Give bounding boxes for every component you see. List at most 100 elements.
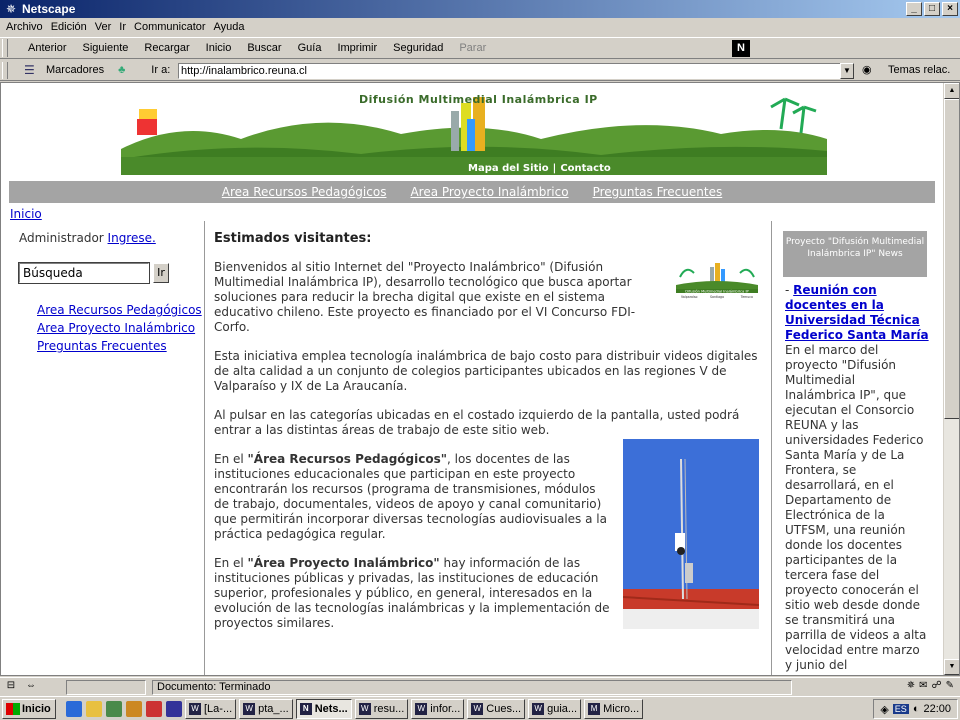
project-logo-small: Difusión Multimedial Inalámbrica IP Valp…	[676, 263, 758, 299]
news-bullet: -	[785, 283, 790, 297]
antenna-photo	[623, 439, 759, 629]
recursos-paragraph: En el "Área Recursos Pedagógicos", los d…	[214, 452, 614, 542]
proyecto-prefix: En el	[214, 556, 248, 570]
quick-launch	[66, 700, 182, 717]
clock[interactable]: 22:00	[923, 703, 951, 715]
task-infor[interactable]: Winfor...	[411, 698, 465, 719]
page-proxy-icon[interactable]: ♣	[118, 64, 125, 76]
app-icon[interactable]	[146, 700, 162, 717]
scroll-down-icon[interactable]: ▼	[944, 659, 959, 675]
forward-button[interactable]: Siguiente	[75, 42, 137, 54]
menu-edicion[interactable]: Edición	[47, 21, 91, 33]
breadcrumb-inicio[interactable]: Inicio	[10, 207, 42, 221]
contact-link[interactable]: Contacto	[558, 163, 612, 174]
close-button[interactable]: ×	[942, 2, 958, 16]
sitemap-link[interactable]: Mapa del Sitio	[466, 163, 551, 174]
mail-icon[interactable]: ✉	[919, 680, 927, 691]
toolbar-grip[interactable]	[2, 39, 8, 57]
component-bar: ✵ ✉ ☍ ✎	[907, 680, 954, 691]
menu-ayuda[interactable]: Ayuda	[210, 21, 249, 33]
task-label: Nets...	[314, 702, 348, 715]
guide-button[interactable]: Guía	[290, 42, 330, 54]
proyecto-paragraph: En el "Área Proyecto Inalámbrico" hay in…	[214, 556, 614, 631]
sidebar-links: Area Recursos Pedagógicos Area Proyecto …	[37, 303, 207, 357]
word-icon[interactable]	[166, 700, 182, 717]
maximize-button[interactable]: □	[924, 2, 940, 16]
navigator-icon[interactable]: ✵	[907, 680, 915, 691]
search-go-button[interactable]: Ir	[153, 263, 169, 283]
url-dropdown-icon[interactable]: ▼	[840, 63, 854, 79]
search-input[interactable]: Búsqueda	[18, 262, 150, 284]
menu-bar: Archivo Edición Ver Ir Communicator Ayud…	[0, 18, 960, 36]
related-icon[interactable]: ◉	[862, 63, 872, 76]
recursos-bold: "Área Recursos Pedagógicos"	[247, 452, 447, 466]
task-pta[interactable]: Wpta_...	[239, 698, 293, 719]
composer-icon[interactable]: ✎	[946, 680, 954, 691]
task-icon: N	[299, 702, 312, 715]
outlook-icon[interactable]	[86, 700, 102, 717]
reload-button[interactable]: Recargar	[136, 42, 197, 54]
scroll-thumb[interactable]	[944, 99, 959, 419]
netscape-n-logo[interactable]: N	[732, 40, 750, 57]
sidebar-link-recursos[interactable]: Area Recursos Pedagógicos	[37, 303, 207, 317]
start-button[interactable]: Inicio	[2, 698, 56, 719]
task-resu[interactable]: Wresu...	[354, 698, 409, 719]
tray-network-icon[interactable]: ◈	[880, 703, 888, 716]
task-guia[interactable]: Wguia...	[528, 698, 582, 719]
bookmarks-button[interactable]: Marcadores	[46, 64, 104, 76]
bookmarks-icon[interactable]: ☰	[24, 63, 42, 77]
status-text: Documento: Terminado	[152, 679, 792, 695]
news-title-link[interactable]: Reunión con docentes en la Universidad T…	[785, 283, 929, 342]
task-cues[interactable]: W Cues...	[467, 698, 526, 719]
search-button[interactable]: Buscar	[239, 42, 289, 54]
related-button[interactable]: Temas relac.	[888, 64, 950, 76]
task-micro[interactable]: M Micro...	[584, 698, 644, 719]
tray-volume-icon[interactable]: ◐	[913, 703, 920, 715]
menu-ver[interactable]: Ver	[91, 21, 116, 33]
menu-communicator[interactable]: Communicator	[130, 21, 210, 33]
sidebar-link-preguntas[interactable]: Preguntas Frecuentes	[37, 339, 207, 353]
sidebar-link-proyecto[interactable]: Area Proyecto Inalámbrico	[37, 321, 207, 335]
left-sidebar: Administrador Ingrese. Búsqueda Ir Area …	[18, 231, 202, 353]
task-icon: W	[358, 702, 371, 715]
desktop-icon[interactable]	[106, 700, 122, 717]
menu-archivo[interactable]: Archivo	[2, 21, 47, 33]
news-header: Proyecto "Difusión Multimedial Inalámbri…	[783, 231, 927, 277]
back-button[interactable]: Anterior	[20, 42, 75, 54]
stop-button: Parar	[459, 42, 487, 54]
groups-icon[interactable]: ☍	[931, 680, 941, 691]
logo-small-place-santiago: Santiago	[710, 295, 724, 299]
topnav-proyecto[interactable]: Area Proyecto Inalámbrico	[410, 185, 568, 199]
scroll-up-icon[interactable]: ▲	[944, 83, 959, 99]
task-netscape[interactable]: N Nets...	[295, 698, 352, 719]
initiative-paragraph: Esta iniciativa emplea tecnología inalám…	[214, 349, 758, 393]
status-bar: ⊟ ⇔ Documento: Terminado ✵ ✉ ☍ ✎	[0, 677, 960, 696]
task-label: infor...	[430, 702, 461, 715]
home-button[interactable]: Inicio	[198, 42, 240, 54]
admin-label: Administrador	[19, 231, 104, 245]
topnav-preguntas[interactable]: Preguntas Frecuentes	[593, 185, 723, 199]
task-icon: W	[243, 702, 256, 715]
location-grip[interactable]	[2, 61, 8, 79]
welcome-heading: Estimados visitantes:	[214, 231, 372, 246]
menu-ir[interactable]: Ir	[115, 21, 130, 33]
minimize-button[interactable]: _	[906, 2, 922, 16]
language-indicator[interactable]: ES	[892, 704, 909, 714]
task-la[interactable]: W [La-...	[185, 698, 237, 719]
security-lock-icon[interactable]: ⊟	[2, 680, 20, 695]
start-label: Inicio	[22, 702, 51, 715]
online-icon[interactable]: ⇔	[22, 680, 40, 695]
admin-login-link[interactable]: Ingrese.	[108, 231, 156, 245]
system-tray: ◈ ES ◐ 22:00	[873, 699, 958, 719]
task-icon: W	[532, 702, 545, 715]
column-divider-left	[204, 221, 205, 675]
task-label: Micro...	[603, 702, 640, 715]
vertical-scrollbar[interactable]: ▲ ▼	[943, 83, 959, 675]
ie-icon[interactable]	[66, 700, 82, 717]
topnav-recursos[interactable]: Area Recursos Pedagógicos	[222, 185, 387, 199]
print-button[interactable]: Imprimir	[329, 42, 385, 54]
progress-bar	[66, 679, 146, 695]
url-input[interactable]: http://inalambrico.reuna.cl	[178, 63, 854, 79]
security-button[interactable]: Seguridad	[385, 42, 451, 54]
media-icon[interactable]	[126, 700, 142, 717]
